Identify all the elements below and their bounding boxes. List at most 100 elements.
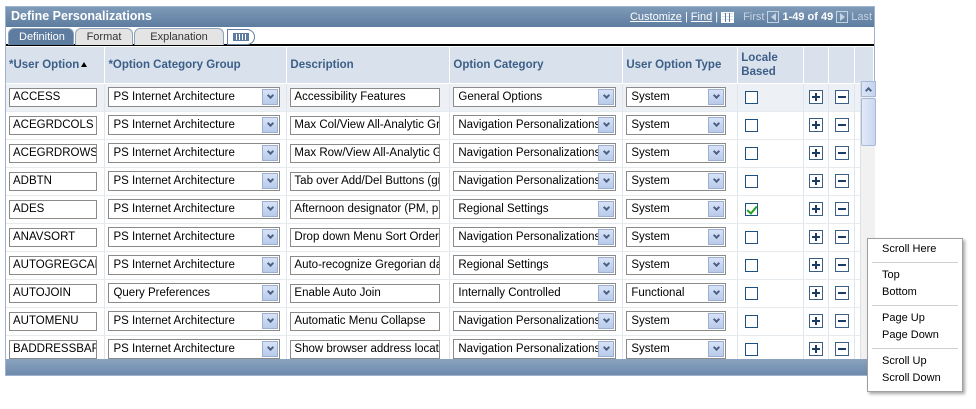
add-row-icon[interactable]: [809, 202, 824, 216]
chevron-down-icon[interactable]: [708, 229, 725, 245]
column-header-option-category[interactable]: Option Category: [449, 47, 624, 84]
menu-item-scroll-here[interactable]: Scroll Here: [868, 241, 962, 258]
chevron-down-icon[interactable]: [598, 173, 615, 189]
description-input[interactable]: Afternoon designator (PM, pm): [290, 199, 441, 219]
chevron-down-icon[interactable]: [708, 173, 725, 189]
chevron-down-icon[interactable]: [598, 257, 615, 273]
option-category-select[interactable]: Internally Controlled: [453, 283, 617, 303]
option-category-group-select[interactable]: PS Internet Architecture: [108, 171, 281, 191]
add-row-icon[interactable]: [809, 230, 824, 244]
user-option-input[interactable]: ADBTN: [9, 171, 97, 191]
menu-item-scroll-down[interactable]: Scroll Down: [868, 370, 962, 387]
tab-format[interactable]: Format: [75, 28, 133, 45]
locale-based-checkbox[interactable]: [745, 314, 759, 328]
locale-based-checkbox[interactable]: [745, 230, 759, 244]
chevron-down-icon[interactable]: [708, 145, 725, 161]
locale-based-checkbox[interactable]: [745, 90, 759, 104]
chevron-down-icon[interactable]: [262, 257, 279, 273]
option-category-select[interactable]: Navigation Personalizations: [453, 227, 617, 247]
description-input[interactable]: Accessibility Features: [290, 87, 441, 107]
locale-based-checkbox[interactable]: [745, 202, 759, 216]
scrollbar-thumb[interactable]: [861, 98, 876, 146]
option-category-group-select[interactable]: PS Internet Architecture: [108, 311, 281, 331]
option-category-group-select[interactable]: PS Internet Architecture: [108, 115, 281, 135]
user-option-type-select[interactable]: System: [626, 339, 727, 359]
option-category-group-select[interactable]: PS Internet Architecture: [108, 199, 281, 219]
scroll-up-arrow-icon[interactable]: [861, 81, 876, 97]
delete-row-icon[interactable]: [834, 230, 849, 244]
user-option-input[interactable]: ACEGRDCOLS: [9, 115, 97, 135]
add-row-icon[interactable]: [809, 118, 824, 132]
description-input[interactable]: Show browser address location: [290, 339, 441, 359]
description-input[interactable]: Drop down Menu Sort Order: [290, 227, 441, 247]
add-row-icon[interactable]: [809, 174, 824, 188]
menu-item-page-down[interactable]: Page Down: [868, 327, 962, 344]
add-row-icon[interactable]: [809, 146, 824, 160]
user-option-type-select[interactable]: System: [626, 255, 727, 275]
description-input[interactable]: Tab over Add/Del Buttons (grid): [290, 171, 441, 191]
description-input[interactable]: Enable Auto Join: [290, 283, 441, 303]
chevron-down-icon[interactable]: [262, 117, 279, 133]
locale-based-checkbox[interactable]: [745, 342, 759, 356]
user-option-input[interactable]: AUTOMENU: [9, 311, 97, 331]
locale-based-checkbox[interactable]: [745, 118, 759, 132]
user-option-type-select[interactable]: System: [626, 143, 727, 163]
description-input[interactable]: Automatic Menu Collapse: [290, 311, 441, 331]
option-category-group-select[interactable]: PS Internet Architecture: [108, 255, 281, 275]
column-header-description[interactable]: Description: [286, 47, 451, 84]
user-option-type-select[interactable]: Functional: [626, 283, 727, 303]
column-header-locale-based[interactable]: Locale Based: [737, 47, 805, 84]
chevron-down-icon[interactable]: [262, 285, 279, 301]
user-option-type-select[interactable]: System: [626, 227, 727, 247]
customize-link[interactable]: Customize: [630, 11, 682, 23]
chevron-down-icon[interactable]: [598, 341, 615, 357]
option-category-select[interactable]: Navigation Personalizations: [453, 171, 617, 191]
first-link[interactable]: First: [743, 11, 764, 23]
user-option-input[interactable]: BADDRESSBAR: [9, 339, 97, 359]
option-category-group-select[interactable]: PS Internet Architecture: [108, 227, 281, 247]
user-option-input[interactable]: AUTOGREGCAL: [9, 255, 97, 275]
delete-row-icon[interactable]: [834, 146, 849, 160]
chevron-down-icon[interactable]: [708, 285, 725, 301]
add-row-icon[interactable]: [809, 342, 824, 356]
user-option-input[interactable]: ADES: [9, 199, 97, 219]
delete-row-icon[interactable]: [834, 258, 849, 272]
menu-item-top[interactable]: Top: [868, 267, 962, 284]
user-option-type-select[interactable]: System: [626, 87, 727, 107]
add-row-icon[interactable]: [809, 286, 824, 300]
chevron-down-icon[interactable]: [262, 89, 279, 105]
user-option-input[interactable]: AUTOJOIN: [9, 283, 97, 303]
chevron-down-icon[interactable]: [708, 341, 725, 357]
chevron-down-icon[interactable]: [708, 201, 725, 217]
chevron-down-icon[interactable]: [708, 117, 725, 133]
description-input[interactable]: Max Col/View All-Analytic Grid: [290, 115, 441, 135]
option-category-select[interactable]: Navigation Personalizations: [453, 115, 617, 135]
find-link[interactable]: Find: [691, 11, 712, 23]
user-option-type-select[interactable]: System: [626, 115, 727, 135]
user-option-type-select[interactable]: System: [626, 199, 727, 219]
tab-explanation[interactable]: Explanation: [134, 28, 224, 45]
chevron-down-icon[interactable]: [598, 89, 615, 105]
add-row-icon[interactable]: [809, 258, 824, 272]
arrow-right-icon[interactable]: [836, 11, 849, 23]
show-all-columns-icon[interactable]: [227, 29, 255, 45]
option-category-group-select[interactable]: PS Internet Architecture: [108, 339, 281, 359]
chevron-down-icon[interactable]: [598, 285, 615, 301]
chevron-down-icon[interactable]: [262, 313, 279, 329]
user-option-input[interactable]: ANAVSORT: [9, 227, 97, 247]
option-category-select[interactable]: General Options: [453, 87, 617, 107]
delete-row-icon[interactable]: [834, 90, 849, 104]
delete-row-icon[interactable]: [834, 314, 849, 328]
column-header-option-category-group[interactable]: *Option Category Group: [104, 47, 288, 84]
chevron-down-icon[interactable]: [598, 313, 615, 329]
delete-row-icon[interactable]: [834, 118, 849, 132]
option-category-select[interactable]: Regional Settings: [453, 255, 617, 275]
chevron-down-icon[interactable]: [262, 173, 279, 189]
delete-row-icon[interactable]: [834, 342, 849, 356]
user-option-input[interactable]: ACCESS: [9, 87, 97, 107]
user-option-type-select[interactable]: System: [626, 171, 727, 191]
locale-based-checkbox[interactable]: [745, 146, 759, 160]
column-header-user-option-type[interactable]: User Option Type: [622, 47, 739, 84]
tab-definition[interactable]: Definition: [8, 28, 74, 45]
locale-based-checkbox[interactable]: [745, 258, 759, 272]
